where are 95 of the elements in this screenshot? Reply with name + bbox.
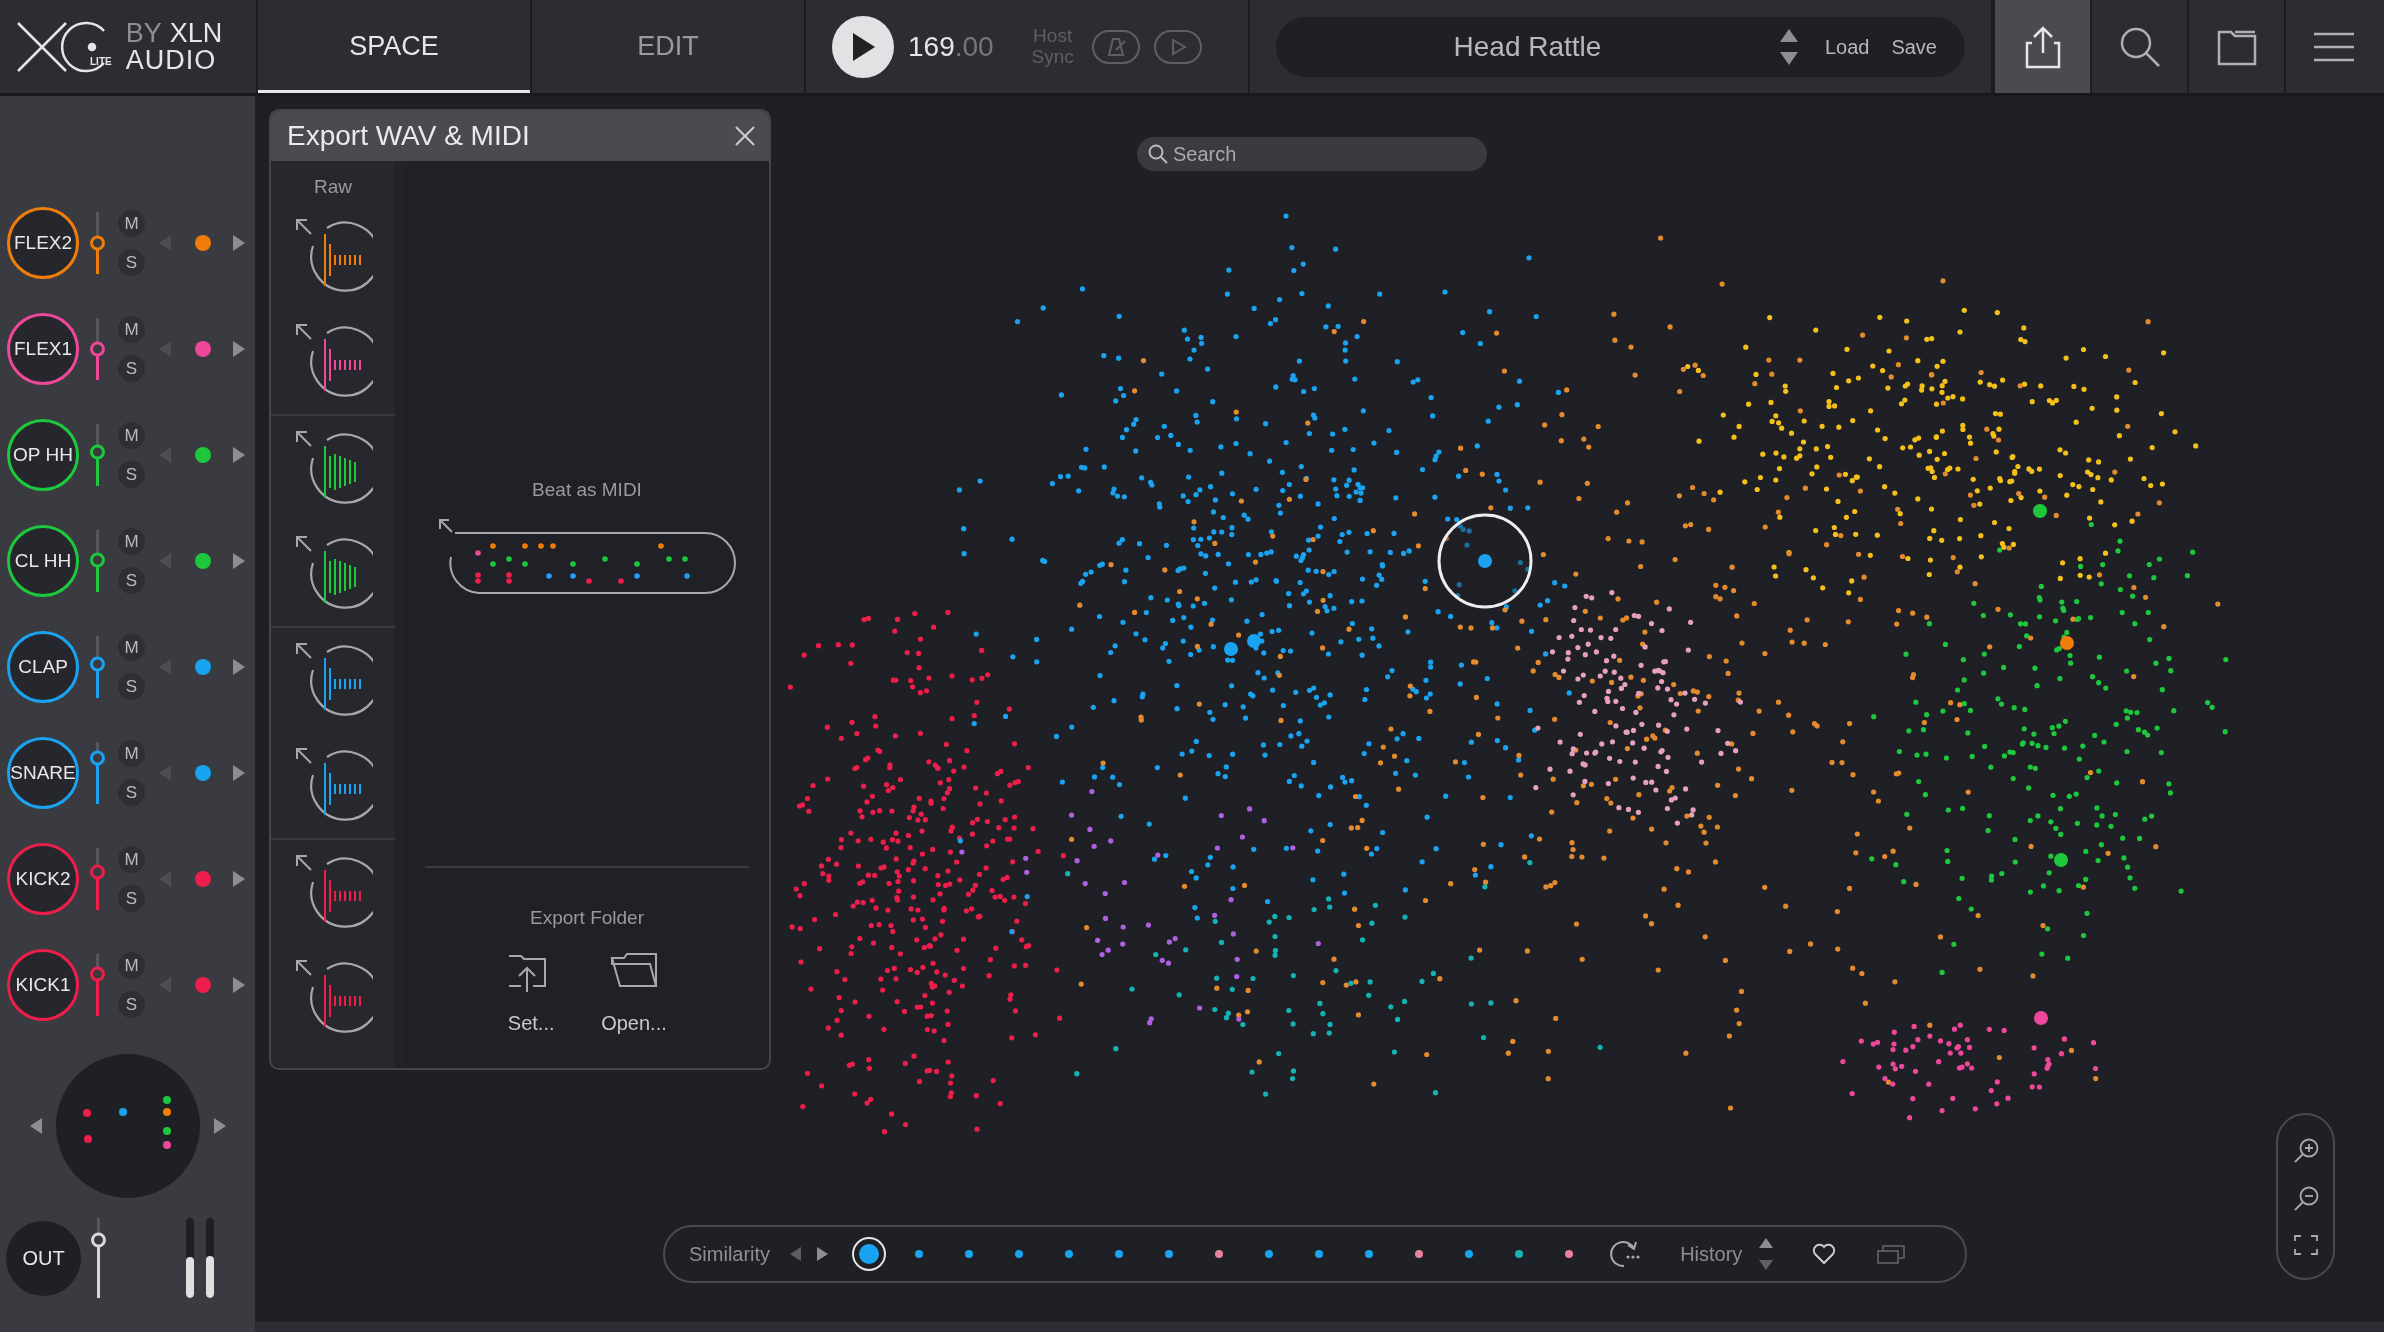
folder-set-button[interactable]: Set... [507,952,556,1038]
play-icon [850,31,876,62]
next-kit-button[interactable] [214,1118,226,1134]
search-icon [2118,25,2161,68]
by-label: BY [125,19,162,47]
track-pad-button[interactable]: FLEX2 [7,207,79,279]
tempo-display[interactable]: 169.00 [908,25,994,68]
right-arrow-icon [214,1118,226,1134]
refresh-button[interactable] [1608,1239,1641,1269]
mute-button[interactable]: M [118,846,145,873]
favorite-button[interactable] [1812,1243,1837,1265]
panel-title: Export WAV & MIDI [287,119,530,153]
mute-button[interactable]: M [118,634,145,661]
solo-button[interactable]: S [118,461,145,488]
load-button[interactable]: Load [1824,31,1870,62]
history-label: History [1680,1242,1743,1267]
heart-icon [1812,1243,1837,1265]
right-arrow-icon [233,235,245,251]
fullscreen-icon [2293,1234,2318,1255]
play-outline-icon [1153,29,1202,64]
track-pad-button[interactable]: KICK1 [7,949,79,1021]
right-arrow-icon [233,871,245,887]
edition-label: LITE [90,55,112,69]
layers-icon [1876,1243,1907,1265]
track-pad-button[interactable]: SNARE [7,737,79,809]
menu-icon [2313,30,2354,63]
mute-button[interactable]: M [118,528,145,555]
track-pad-button[interactable]: CL HH [7,525,79,597]
mute-button[interactable]: M [118,952,145,979]
left-arrow-icon [790,1247,802,1261]
output-button[interactable]: OUT [6,1220,81,1296]
close-button[interactable] [735,126,755,146]
right-arrow-icon [233,765,245,781]
export-folder-label: Export Folder [529,905,644,930]
maker-label: AUDIO [125,46,218,74]
right-arrow-icon [233,341,245,357]
mute-button[interactable]: M [118,210,145,237]
midi-pattern-icon [437,516,737,597]
right-arrow-icon [233,977,245,993]
track-pad-button[interactable]: KICK2 [7,843,79,915]
search-icon [1148,144,1168,164]
right-arrow-icon [817,1247,829,1261]
mute-button[interactable]: M [118,422,145,449]
solo-button[interactable]: S [118,249,145,276]
zoom-out-icon [2292,1186,2319,1213]
solo-button[interactable]: S [118,673,145,700]
zoom-in-button[interactable] [2292,1138,2319,1165]
next-sample-button[interactable] [233,765,245,781]
track-pad-button[interactable]: CLAP [7,631,79,703]
refresh-icon [1608,1239,1641,1269]
right-arrow-icon [233,659,245,675]
up-down-arrows-icon [1758,1236,1775,1272]
close-icon [735,126,755,146]
next-sample-button[interactable] [233,235,245,251]
similarity-label: Similarity [689,1242,771,1267]
left-arrow-icon [30,1118,42,1134]
metronome-icon [1091,29,1140,64]
tab[interactable]: EDIT [532,0,806,93]
right-arrow-icon [233,553,245,569]
next-sample-button[interactable] [233,341,245,357]
solo-button[interactable]: S [118,779,145,806]
next-button[interactable] [817,1247,829,1261]
solo-button[interactable]: S [118,567,145,594]
raw-label: Raw [314,175,352,199]
zoom-in-icon [2292,1138,2319,1165]
track-pad-button[interactable]: FLEX1 [7,313,79,385]
next-sample-button[interactable] [233,871,245,887]
export-icon [2024,24,2061,69]
next-sample-button[interactable] [233,659,245,675]
search-field[interactable]: Search [1137,137,1487,171]
previous-button[interactable] [790,1247,802,1261]
next-sample-button[interactable] [233,447,245,463]
mute-button[interactable]: M [118,740,145,767]
solo-button[interactable]: S [118,885,145,912]
solo-button[interactable]: S [118,991,145,1018]
selection-cursor[interactable] [1435,511,1535,611]
next-sample-button[interactable] [233,977,245,993]
midi-label: Beat as MIDI [532,478,642,502]
save-button[interactable]: Save [1891,31,1937,62]
next-sample-button[interactable] [233,553,245,569]
midi-export-button[interactable] [437,516,737,597]
history-step-button[interactable] [1758,1236,1775,1272]
previous-kit-button[interactable] [30,1118,42,1134]
solo-button[interactable]: S [118,355,145,382]
mute-button[interactable]: M [118,316,145,343]
track-pad-button[interactable]: OP HH [7,419,79,491]
tab[interactable]: SPACE [258,0,532,93]
preset-name: Head Rattle [1452,29,1603,64]
sample-map-drawing[interactable] [787,213,2229,1135]
fit-view-button[interactable] [2293,1234,2318,1255]
folder-open-button[interactable]: Open... [601,952,667,1038]
right-arrow-icon [233,447,245,463]
zoom-out-button[interactable] [2292,1186,2319,1213]
toolbar-button[interactable] [1993,0,2090,93]
brand-label: XLN [169,19,223,47]
